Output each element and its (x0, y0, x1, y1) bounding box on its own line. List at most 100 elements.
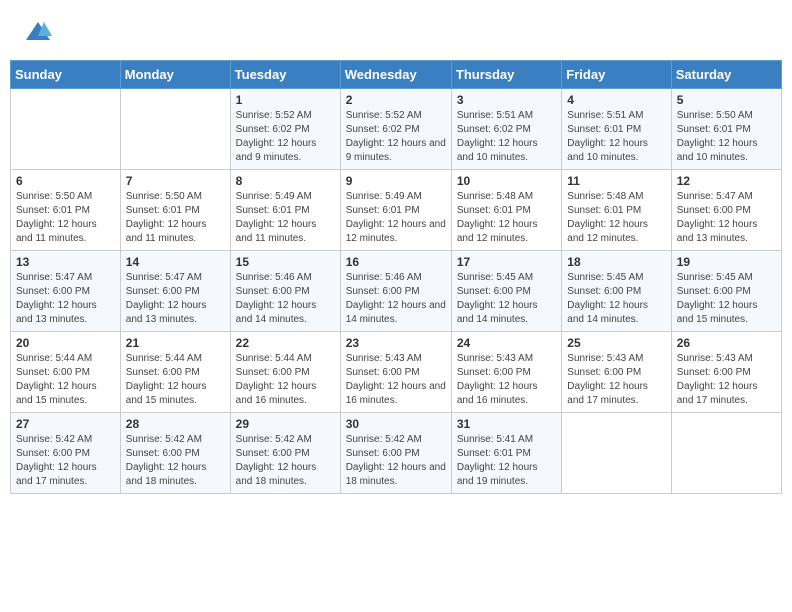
calendar-table: SundayMondayTuesdayWednesdayThursdayFrid… (10, 60, 782, 494)
day-number: 31 (457, 417, 556, 431)
calendar-week-row: 13 Sunrise: 5:47 AM Sunset: 6:00 PM Dayli… (11, 251, 782, 332)
calendar-cell: 13 Sunrise: 5:47 AM Sunset: 6:00 PM Dayli… (11, 251, 121, 332)
calendar-cell: 14Sunrise: 5:47 AM Sunset: 6:00 PM Dayli… (120, 251, 230, 332)
calendar-cell: 22 Sunrise: 5:44 AM Sunset: 6:00 PM Dayli… (230, 332, 340, 413)
day-info: Sunrise: 5:44 AM Sunset: 6:00 PM Dayligh… (236, 352, 335, 408)
day-number: 26 (677, 336, 776, 350)
day-info: Sunrise: 5:43 AM Sunset: 6:00 PM Dayligh… (677, 352, 776, 408)
day-info: Sunrise: 5:49 AM Sunset: 6:01 PM Dayligh… (236, 190, 335, 246)
day-info: Sunrise: 5:50 AM Sunset: 6:01 PM Dayligh… (677, 109, 776, 165)
calendar-cell (120, 89, 230, 170)
day-number: 3 (457, 93, 556, 107)
day-info: Sunrise: 5:42 AM Sunset: 6:00 PM Dayligh… (126, 433, 225, 489)
day-number: 25 (567, 336, 665, 350)
day-info: Sunrise: 5:50 AM Sunset: 6:01 PM Dayligh… (16, 190, 115, 246)
calendar-week-row: 6 Sunrise: 5:50 AM Sunset: 6:01 PM Daylig… (11, 170, 782, 251)
calendar-cell: 21 Sunrise: 5:44 AM Sunset: 6:00 PM Dayli… (120, 332, 230, 413)
day-info: Sunrise: 5:43 AM Sunset: 6:00 PM Dayligh… (346, 352, 446, 408)
calendar-week-row: 20 Sunrise: 5:44 AM Sunset: 6:00 PM Dayli… (11, 332, 782, 413)
day-info: Sunrise: 5:41 AM Sunset: 6:01 PM Dayligh… (457, 433, 556, 489)
day-info: Sunrise: 5:50 AM Sunset: 6:01 PM Dayligh… (126, 190, 225, 246)
calendar-cell: 6 Sunrise: 5:50 AM Sunset: 6:01 PM Daylig… (11, 170, 121, 251)
day-info: Sunrise: 5:45 AM Sunset: 6:00 PM Dayligh… (567, 271, 665, 327)
day-number: 4 (567, 93, 665, 107)
calendar-cell: 19 Sunrise: 5:45 AM Sunset: 6:00 PM Dayli… (671, 251, 781, 332)
calendar-cell: 12Sunrise: 5:47 AM Sunset: 6:00 PM Dayli… (671, 170, 781, 251)
day-info: Sunrise: 5:42 AM Sunset: 6:00 PM Dayligh… (16, 433, 115, 489)
day-info: Sunrise: 5:42 AM Sunset: 6:00 PM Dayligh… (346, 433, 446, 489)
day-header: Wednesday (340, 61, 451, 89)
calendar-week-row: 1 Sunrise: 5:52 AM Sunset: 6:02 PM Daylig… (11, 89, 782, 170)
calendar-cell: 11 Sunrise: 5:48 AM Sunset: 6:01 PM Dayli… (562, 170, 671, 251)
day-number: 5 (677, 93, 776, 107)
day-number: 13 (16, 255, 115, 269)
calendar-cell: 15 Sunrise: 5:46 AM Sunset: 6:00 PM Dayli… (230, 251, 340, 332)
day-number: 6 (16, 174, 115, 188)
day-info: Sunrise: 5:43 AM Sunset: 6:00 PM Dayligh… (567, 352, 665, 408)
day-number: 14 (126, 255, 225, 269)
calendar-header-row: SundayMondayTuesdayWednesdayThursdayFrid… (11, 61, 782, 89)
logo (24, 18, 56, 46)
calendar-cell: 18 Sunrise: 5:45 AM Sunset: 6:00 PM Dayli… (562, 251, 671, 332)
day-header: Tuesday (230, 61, 340, 89)
day-number: 20 (16, 336, 115, 350)
calendar-cell: 30 Sunrise: 5:42 AM Sunset: 6:00 PM Dayli… (340, 413, 451, 494)
calendar-cell: 7 Sunrise: 5:50 AM Sunset: 6:01 PM Daylig… (120, 170, 230, 251)
day-number: 30 (346, 417, 446, 431)
calendar-cell: 2 Sunrise: 5:52 AM Sunset: 6:02 PM Daylig… (340, 89, 451, 170)
day-info: Sunrise: 5:43 AM Sunset: 6:00 PM Dayligh… (457, 352, 556, 408)
day-number: 18 (567, 255, 665, 269)
day-info: Sunrise: 5:45 AM Sunset: 6:00 PM Dayligh… (457, 271, 556, 327)
day-header: Friday (562, 61, 671, 89)
day-info: Sunrise: 5:44 AM Sunset: 6:00 PM Dayligh… (126, 352, 225, 408)
calendar-cell: 3 Sunrise: 5:51 AM Sunset: 6:02 PM Daylig… (451, 89, 561, 170)
calendar-cell: 4 Sunrise: 5:51 AM Sunset: 6:01 PM Daylig… (562, 89, 671, 170)
day-number: 24 (457, 336, 556, 350)
day-number: 22 (236, 336, 335, 350)
calendar-cell: 10Sunrise: 5:48 AM Sunset: 6:01 PM Dayli… (451, 170, 561, 251)
day-number: 2 (346, 93, 446, 107)
day-number: 7 (126, 174, 225, 188)
calendar-cell: 20Sunrise: 5:44 AM Sunset: 6:00 PM Dayli… (11, 332, 121, 413)
calendar-wrapper: SundayMondayTuesdayWednesdayThursdayFrid… (0, 60, 792, 504)
calendar-cell: 25 Sunrise: 5:43 AM Sunset: 6:00 PM Dayli… (562, 332, 671, 413)
calendar-cell: 27Sunrise: 5:42 AM Sunset: 6:00 PM Dayli… (11, 413, 121, 494)
day-info: Sunrise: 5:48 AM Sunset: 6:01 PM Dayligh… (567, 190, 665, 246)
logo-icon (24, 18, 52, 46)
calendar-cell: 1 Sunrise: 5:52 AM Sunset: 6:02 PM Daylig… (230, 89, 340, 170)
day-info: Sunrise: 5:52 AM Sunset: 6:02 PM Dayligh… (236, 109, 335, 165)
day-header: Monday (120, 61, 230, 89)
day-number: 11 (567, 174, 665, 188)
day-info: Sunrise: 5:51 AM Sunset: 6:01 PM Dayligh… (567, 109, 665, 165)
calendar-week-row: 27Sunrise: 5:42 AM Sunset: 6:00 PM Dayli… (11, 413, 782, 494)
day-info: Sunrise: 5:45 AM Sunset: 6:00 PM Dayligh… (677, 271, 776, 327)
calendar-cell: 17 Sunrise: 5:45 AM Sunset: 6:00 PM Dayli… (451, 251, 561, 332)
day-info: Sunrise: 5:51 AM Sunset: 6:02 PM Dayligh… (457, 109, 556, 165)
day-number: 19 (677, 255, 776, 269)
calendar-cell: 9 Sunrise: 5:49 AM Sunset: 6:01 PM Daylig… (340, 170, 451, 251)
day-number: 15 (236, 255, 335, 269)
calendar-cell: 29Sunrise: 5:42 AM Sunset: 6:00 PM Dayli… (230, 413, 340, 494)
day-number: 23 (346, 336, 446, 350)
calendar-cell (671, 413, 781, 494)
calendar-cell: 26 Sunrise: 5:43 AM Sunset: 6:00 PM Dayli… (671, 332, 781, 413)
calendar-cell (11, 89, 121, 170)
day-info: Sunrise: 5:47 AM Sunset: 6:00 PM Dayligh… (16, 271, 115, 327)
calendar-cell: 24 Sunrise: 5:43 AM Sunset: 6:00 PM Dayli… (451, 332, 561, 413)
calendar-cell: 28Sunrise: 5:42 AM Sunset: 6:00 PM Dayli… (120, 413, 230, 494)
day-number: 10 (457, 174, 556, 188)
day-number: 1 (236, 93, 335, 107)
day-info: Sunrise: 5:52 AM Sunset: 6:02 PM Dayligh… (346, 109, 446, 165)
day-info: Sunrise: 5:46 AM Sunset: 6:00 PM Dayligh… (236, 271, 335, 327)
calendar-cell: 8 Sunrise: 5:49 AM Sunset: 6:01 PM Daylig… (230, 170, 340, 251)
day-number: 21 (126, 336, 225, 350)
day-number: 29 (236, 417, 335, 431)
day-number: 9 (346, 174, 446, 188)
calendar-cell: 31 Sunrise: 5:41 AM Sunset: 6:01 PM Dayli… (451, 413, 561, 494)
day-info: Sunrise: 5:49 AM Sunset: 6:01 PM Dayligh… (346, 190, 446, 246)
day-number: 8 (236, 174, 335, 188)
page-header (0, 0, 792, 50)
calendar-cell (562, 413, 671, 494)
day-header: Thursday (451, 61, 561, 89)
day-number: 17 (457, 255, 556, 269)
